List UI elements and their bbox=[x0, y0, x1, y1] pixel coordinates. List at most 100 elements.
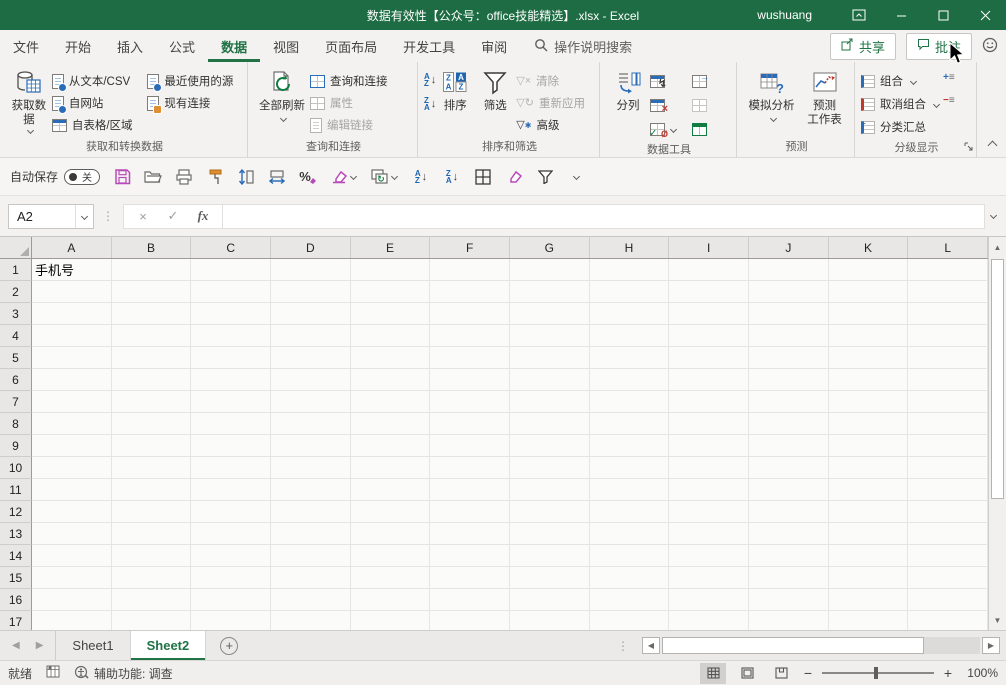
collapse-ribbon-icon[interactable] bbox=[988, 141, 998, 151]
cell-E15[interactable] bbox=[351, 567, 431, 589]
cell-G8[interactable] bbox=[510, 413, 590, 435]
cell-E4[interactable] bbox=[351, 325, 431, 347]
cell-L9[interactable] bbox=[908, 435, 988, 457]
cell-L4[interactable] bbox=[908, 325, 988, 347]
existing-connections-button[interactable]: 现有连接 bbox=[147, 92, 243, 114]
cell-B16[interactable] bbox=[112, 589, 192, 611]
tell-me-search[interactable]: 操作说明搜索 bbox=[534, 30, 632, 62]
advanced-filter-button[interactable]: ▽✱ 高级 bbox=[516, 114, 588, 136]
borders-icon[interactable] bbox=[474, 168, 492, 186]
cell-G2[interactable] bbox=[510, 281, 590, 303]
name-box[interactable]: A2 bbox=[8, 204, 94, 229]
cell-J16[interactable] bbox=[749, 589, 829, 611]
filter-icon[interactable] bbox=[536, 168, 554, 186]
cell-G1[interactable] bbox=[510, 259, 590, 281]
horizontal-scroll-thumb[interactable] bbox=[662, 637, 924, 654]
cell-D16[interactable] bbox=[271, 589, 351, 611]
cell-A10[interactable] bbox=[32, 457, 112, 479]
sheet-tab-sheet2[interactable]: Sheet2 bbox=[131, 631, 207, 660]
cell-B15[interactable] bbox=[112, 567, 192, 589]
hscroll-left-icon[interactable]: ◀ bbox=[642, 637, 660, 654]
cell-D13[interactable] bbox=[271, 523, 351, 545]
cell-C3[interactable] bbox=[191, 303, 271, 325]
format-painter-icon[interactable] bbox=[206, 168, 224, 186]
zoom-out-icon[interactable]: − bbox=[802, 665, 814, 681]
page-layout-view-icon[interactable] bbox=[734, 663, 760, 684]
vertical-scroll-track[interactable] bbox=[989, 257, 1006, 610]
cell-H7[interactable] bbox=[590, 391, 670, 413]
cell-A7[interactable] bbox=[32, 391, 112, 413]
cell-J14[interactable] bbox=[749, 545, 829, 567]
queries-connections-button[interactable]: 查询和连接 bbox=[310, 70, 410, 92]
cell-H13[interactable] bbox=[590, 523, 670, 545]
cell-J5[interactable] bbox=[749, 347, 829, 369]
cell-K4[interactable] bbox=[829, 325, 909, 347]
cell-F13[interactable] bbox=[430, 523, 510, 545]
cell-E12[interactable] bbox=[351, 501, 431, 523]
eraser-icon[interactable] bbox=[330, 168, 356, 186]
row-header-2[interactable]: 2 bbox=[0, 281, 32, 303]
cell-D7[interactable] bbox=[271, 391, 351, 413]
cell-I7[interactable] bbox=[669, 391, 749, 413]
refresh-all-button[interactable]: 全部刷新 bbox=[254, 65, 310, 121]
cell-A4[interactable] bbox=[32, 325, 112, 347]
cell-B17[interactable] bbox=[112, 611, 192, 630]
cell-L13[interactable] bbox=[908, 523, 988, 545]
cell-J8[interactable] bbox=[749, 413, 829, 435]
cell-A5[interactable] bbox=[32, 347, 112, 369]
cell-B12[interactable] bbox=[112, 501, 192, 523]
cell-K16[interactable] bbox=[829, 589, 909, 611]
cell-G12[interactable] bbox=[510, 501, 590, 523]
cell-G13[interactable] bbox=[510, 523, 590, 545]
tab-home[interactable]: 开始 bbox=[52, 30, 104, 62]
cell-B3[interactable] bbox=[112, 303, 192, 325]
cell-H16[interactable] bbox=[590, 589, 670, 611]
cell-C17[interactable] bbox=[191, 611, 271, 630]
consolidate-button[interactable]: → bbox=[692, 70, 720, 92]
cell-I12[interactable] bbox=[669, 501, 749, 523]
cell-D10[interactable] bbox=[271, 457, 351, 479]
cell-G6[interactable] bbox=[510, 369, 590, 391]
cell-K10[interactable] bbox=[829, 457, 909, 479]
cell-L7[interactable] bbox=[908, 391, 988, 413]
cell-I11[interactable] bbox=[669, 479, 749, 501]
subtotal-button[interactable]: + 分类汇总 bbox=[861, 116, 943, 138]
cell-I16[interactable] bbox=[669, 589, 749, 611]
row-header-6[interactable]: 6 bbox=[0, 369, 32, 391]
cell-D12[interactable] bbox=[271, 501, 351, 523]
cell-L12[interactable] bbox=[908, 501, 988, 523]
sort-descending-icon[interactable]: ZA↓ bbox=[443, 168, 461, 186]
cell-H6[interactable] bbox=[590, 369, 670, 391]
print-preview-icon[interactable] bbox=[175, 168, 193, 186]
cell-E10[interactable] bbox=[351, 457, 431, 479]
cell-H15[interactable] bbox=[590, 567, 670, 589]
cell-I13[interactable] bbox=[669, 523, 749, 545]
cell-L15[interactable] bbox=[908, 567, 988, 589]
row-header-11[interactable]: 11 bbox=[0, 479, 32, 501]
column-header-A[interactable]: A bbox=[32, 237, 112, 258]
ungroup-button[interactable]: 取消组合 bbox=[861, 93, 943, 115]
cell-D14[interactable] bbox=[271, 545, 351, 567]
cell-G4[interactable] bbox=[510, 325, 590, 347]
hide-detail-icon[interactable]: −≡ bbox=[943, 95, 955, 106]
zoom-slider-thumb[interactable] bbox=[874, 667, 878, 679]
cell-E14[interactable] bbox=[351, 545, 431, 567]
cell-B1[interactable] bbox=[112, 259, 192, 281]
page-break-view-icon[interactable] bbox=[768, 663, 794, 684]
cell-H11[interactable] bbox=[590, 479, 670, 501]
row-header-14[interactable]: 14 bbox=[0, 545, 32, 567]
cell-L8[interactable] bbox=[908, 413, 988, 435]
cell-G15[interactable] bbox=[510, 567, 590, 589]
zoom-slider[interactable] bbox=[822, 672, 934, 674]
cell-F1[interactable] bbox=[430, 259, 510, 281]
cell-E2[interactable] bbox=[351, 281, 431, 303]
row-header-8[interactable]: 8 bbox=[0, 413, 32, 435]
cell-H9[interactable] bbox=[590, 435, 670, 457]
cell-G11[interactable] bbox=[510, 479, 590, 501]
cell-K5[interactable] bbox=[829, 347, 909, 369]
tab-file[interactable]: 文件 bbox=[0, 30, 52, 62]
recent-sources-button[interactable]: 最近使用的源 bbox=[147, 70, 243, 92]
cell-C8[interactable] bbox=[191, 413, 271, 435]
cell-K7[interactable] bbox=[829, 391, 909, 413]
filter-button[interactable]: 筛选 bbox=[474, 65, 516, 113]
